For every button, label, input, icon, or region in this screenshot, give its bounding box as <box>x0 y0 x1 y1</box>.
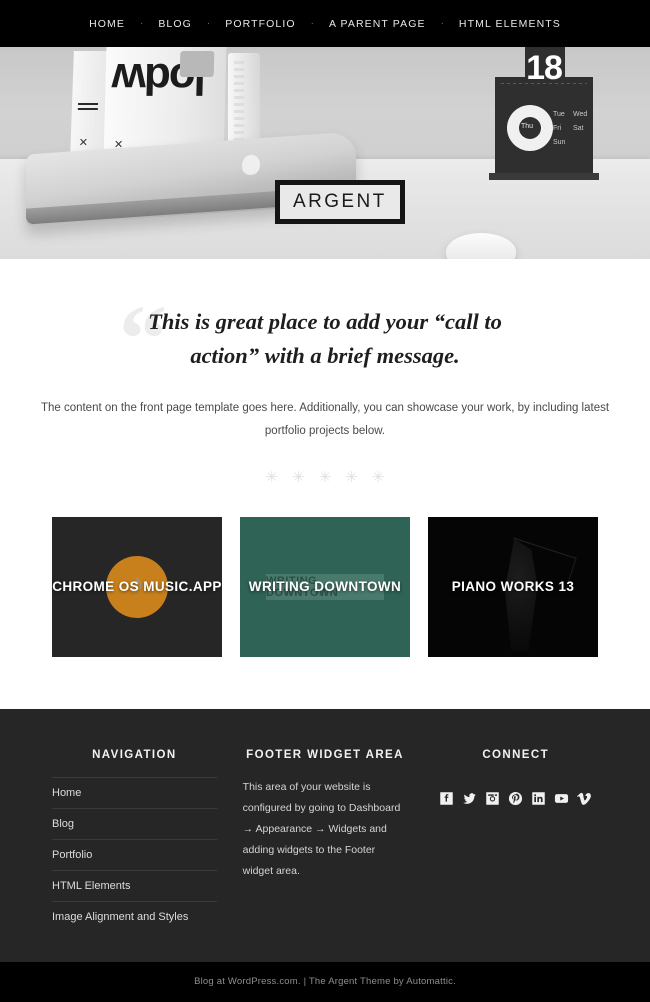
vimeo-icon[interactable] <box>577 791 592 806</box>
list-item[interactable]: Home <box>52 776 217 808</box>
footer-link-html-elements[interactable]: HTML Elements <box>52 880 217 892</box>
nav-list: HOME · BLOG · PORTFOLIO · A PARENT PAGE … <box>87 18 563 30</box>
nav-separator: · <box>310 17 314 29</box>
footer-column-widget: FOOTER WIDGET AREA This area of your web… <box>243 749 408 932</box>
nav-item-blog[interactable]: BLOG <box>156 18 194 30</box>
nav-separator: · <box>440 17 444 29</box>
portfolio-tile-title: WRITING DOWNTOWN <box>248 578 402 594</box>
hero-book-mark: ✕ <box>78 137 89 149</box>
portfolio-grid: CHROME OS MUSIC.APP WRITING DOWNTOWN WRI… <box>0 484 650 709</box>
footer-link-home[interactable]: Home <box>52 787 217 799</box>
hero-calendar-day-sat: Sat <box>573 125 584 132</box>
nav-separator: · <box>139 17 144 29</box>
list-item[interactable]: Image Alignment and Styles <box>52 900 217 932</box>
social-links <box>433 777 598 806</box>
hero-laptop-logo <box>242 154 260 176</box>
asterisk-icon: ✳ <box>265 468 279 486</box>
footer-column-connect: CONNECT <box>433 749 598 932</box>
cta-headline: This is great place to add your “call to… <box>148 309 502 368</box>
portfolio-tile-title: PIANO WORKS 13 <box>451 578 575 594</box>
hero-calendar-day-fri: Fri <box>553 125 562 132</box>
portfolio-tile-title: CHROME OS MUSIC.APP <box>52 578 222 594</box>
cta-body-text: The content on the front page template g… <box>40 401 610 438</box>
footer-link-blog[interactable]: Blog <box>52 818 217 830</box>
hero-calendar-day-tue: Tue <box>553 111 565 118</box>
site-logo-text: ARGENT <box>293 191 387 212</box>
list-item[interactable]: Blog <box>52 807 217 839</box>
footer-column-navigation: NAVIGATION Home Blog Portfolio HTML Elem… <box>52 749 217 932</box>
footer-link-portfolio[interactable]: Portfolio <box>52 849 217 861</box>
list-item[interactable]: Portfolio <box>52 838 217 870</box>
footer-widget-text: This area of your website is configured … <box>242 780 401 877</box>
nav-separator: · <box>206 17 211 29</box>
nav-item-a-parent-page[interactable]: A PARENT PAGE <box>327 18 428 30</box>
call-to-action-section: “ This is great place to add your “call … <box>0 259 650 485</box>
youtube-icon[interactable] <box>554 791 569 806</box>
pinterest-icon[interactable] <box>508 791 523 806</box>
footer-navigation-title: NAVIGATION <box>92 748 177 761</box>
asterisk-icon: ✳ <box>318 468 332 486</box>
hero-banner: ✕ lodw ✕ 18 Tue Wed Thu Fri Sat Sun ARGE… <box>0 47 650 259</box>
star-divider: ✳ ✳ ✳ ✳ ✳ <box>0 470 650 485</box>
portfolio-tile-writing-downtown[interactable]: WRITING DOWNTOWN WRITING DOWNTOWN <box>240 516 410 657</box>
footer-navigation-list: Home Blog Portfolio HTML Elements Image … <box>52 776 217 932</box>
portfolio-tile-piano-works-13[interactable]: PIANO WORKS 13 <box>428 516 598 657</box>
hero-book-stripes <box>78 103 99 105</box>
asterisk-icon: ✳ <box>345 468 358 486</box>
site-footer: NAVIGATION Home Blog Portfolio HTML Elem… <box>0 708 650 962</box>
twitter-icon[interactable] <box>462 791 477 806</box>
footer-connect-title: CONNECT <box>482 748 550 761</box>
nav-item-home[interactable]: HOME <box>87 18 127 30</box>
portfolio-tile-chrome-os-music-app[interactable]: CHROME OS MUSIC.APP <box>52 516 222 657</box>
hero-book-cover-art <box>179 51 215 77</box>
hero-calendar-day-wed: Wed <box>573 111 588 118</box>
nav-item-portfolio[interactable]: PORTFOLIO <box>223 18 297 30</box>
hero-photo-desk-workspace: ✕ lodw ✕ 18 Tue Wed Thu Fri Sat Sun <box>0 47 650 259</box>
linkedin-icon[interactable] <box>531 791 546 806</box>
footer-widget-title: FOOTER WIDGET AREA <box>246 748 404 761</box>
list-item[interactable]: HTML Elements <box>52 869 217 901</box>
asterisk-icon: ✳ <box>371 468 385 486</box>
hero-calendar-perforation <box>501 83 587 84</box>
footer-credit-bar: Blog at WordPress.com. | The Argent Them… <box>0 961 650 1002</box>
site-logo[interactable]: ARGENT <box>275 180 405 224</box>
instagram-icon[interactable] <box>485 791 500 806</box>
cta-wrapper: “ This is great place to add your “call … <box>115 291 535 387</box>
footer-link-image-alignment-and-styles[interactable]: Image Alignment and Styles <box>52 911 217 923</box>
hero-calendar-day-sun: Sun <box>553 139 566 146</box>
facebook-icon[interactable] <box>439 791 454 806</box>
asterisk-icon: ✳ <box>292 468 305 486</box>
hero-calendar-day-thu: Thu <box>521 123 534 130</box>
hero-calendar-stand <box>489 173 599 180</box>
hero-desk-calendar: 18 Tue Wed Thu Fri Sat Sun <box>495 47 593 175</box>
nav-item-html-elements[interactable]: HTML ELEMENTS <box>457 18 563 30</box>
primary-navigation: HOME · BLOG · PORTFOLIO · A PARENT PAGE … <box>0 0 650 47</box>
credit-text: Blog at WordPress.com. | The Argent Them… <box>194 976 456 988</box>
